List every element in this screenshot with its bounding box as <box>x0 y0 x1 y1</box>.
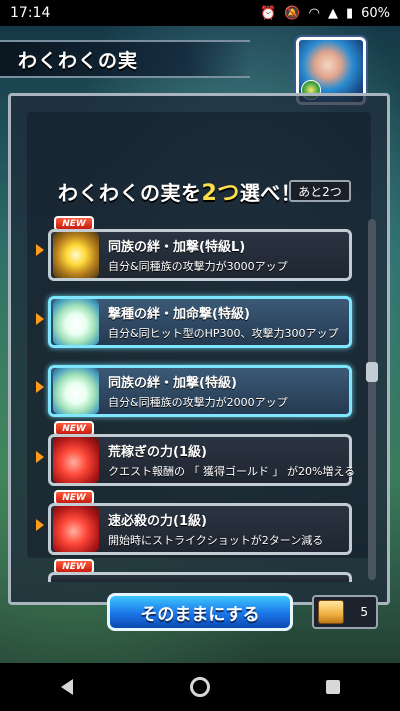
fruit-option-4[interactable]: 荒稼ぎの力(1級) クエスト報酬の 「 獲得ゴールド 」 が20%増える <box>48 434 356 486</box>
battery-icon: ▮ <box>345 5 354 21</box>
fruit-description: 自分&同ヒット型のHP300、攻撃力300アップ <box>108 327 339 340</box>
keep-as-is-button[interactable]: そのままにする <box>107 593 293 631</box>
back-icon <box>60 679 73 695</box>
fruit-option-6-partial[interactable] <box>48 572 352 582</box>
wifi-icon: ◠ <box>308 5 320 21</box>
fruit-description: 自分&同種族の攻撃力が2000アップ <box>108 396 288 409</box>
scroll-icon <box>318 600 344 624</box>
red-fruit-icon <box>53 506 99 552</box>
mute-icon: 🔕 <box>284 5 301 21</box>
lotus-fruit-icon <box>53 299 99 345</box>
gold-fruit-icon <box>53 232 99 278</box>
fruit-name: 撃種の絆・加命撃(特級) <box>108 307 250 322</box>
status-bar: 17:14 ⏰ 🔕 ◠ ▲ ▮ 60% <box>0 0 400 26</box>
fruit-option-3[interactable]: 同族の絆・加撃(特級) 自分&同種族の攻撃力が2000アップ <box>48 365 352 417</box>
scrollbar-thumb[interactable] <box>366 362 378 382</box>
home-button[interactable] <box>178 665 222 709</box>
lotus-fruit-icon <box>53 368 99 414</box>
fruit-name: 同族の絆・加撃(特級L) <box>108 240 246 255</box>
arrow-indicator-icon <box>36 244 44 256</box>
arrow-indicator-icon <box>36 313 44 325</box>
home-icon <box>189 677 210 697</box>
fruit-option-5[interactable]: 速必殺の力(1級) 開始時にストライクショットが2ターン減る <box>48 503 352 555</box>
screen-title-bar: わくわくの実 <box>0 40 250 78</box>
navigation-bar <box>0 663 400 711</box>
status-time: 17:14 <box>10 5 51 21</box>
fruit-description: クエスト報酬の 「 獲得ゴールド 」 が20%増える <box>108 465 356 478</box>
back-button[interactable] <box>45 665 89 709</box>
recents-button[interactable] <box>311 665 355 709</box>
scroll-count: 5 <box>360 605 368 619</box>
fruit-description: 自分&同種族の攻撃力が3000アップ <box>108 260 288 273</box>
arrow-indicator-icon <box>36 451 44 463</box>
alarm-icon: ⏰ <box>260 5 277 21</box>
scroll-item-counter[interactable]: 5 <box>312 595 378 629</box>
red-fruit-icon <box>53 437 99 483</box>
fruit-option-1[interactable]: 同族の絆・加撃(特級L) 自分&同種族の攻撃力が3000アップ <box>48 229 352 281</box>
remaining-count-badge: あと2つ <box>289 180 351 202</box>
screen-title: わくわくの実 <box>18 49 139 72</box>
fruit-name: 同族の絆・加撃(特級) <box>108 376 237 391</box>
heading-prefix: わくわくの実を <box>58 181 202 205</box>
heading-count: 2つ <box>201 181 240 206</box>
fruit-name: 荒稼ぎの力(1級) <box>108 445 207 460</box>
list-scrollbar[interactable] <box>368 219 376 580</box>
recents-icon <box>326 680 341 694</box>
signal-icon: ▲ <box>327 5 338 21</box>
battery-level: 60% <box>361 5 390 21</box>
fruit-option-2[interactable]: 撃種の絆・加命撃(特級) 自分&同ヒット型のHP300、攻撃力300アップ <box>48 296 352 348</box>
arrow-indicator-icon <box>36 381 44 393</box>
arrow-indicator-icon <box>36 519 44 531</box>
fruit-name: 速必殺の力(1級) <box>108 514 207 529</box>
fruit-description: 開始時にストライクショットが2ターン減る <box>108 534 324 547</box>
selection-heading: わくわくの実を2つ選べ！ <box>58 175 301 207</box>
